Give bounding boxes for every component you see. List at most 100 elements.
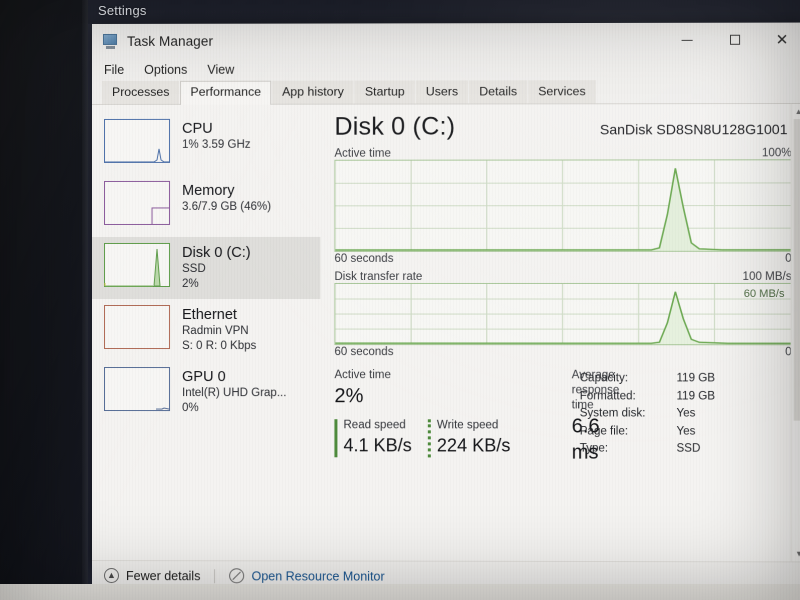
titlebar: Task Manager ✕ bbox=[92, 23, 800, 58]
sidebar-item-ethernet[interactable]: Ethernet Radmin VPN S: 0 R: 0 Kbps bbox=[92, 299, 320, 361]
transfer-rate-chart-labels: Disk transfer rate 100 MB/s bbox=[334, 271, 791, 283]
task-manager-icon bbox=[102, 33, 119, 48]
active-time-chart-max: 100% bbox=[762, 147, 792, 159]
disk-sparkline bbox=[104, 243, 170, 287]
active-time-chart-timespan: 60 seconds bbox=[334, 253, 393, 265]
property-row-capacity: Capacity: 119 GB bbox=[580, 370, 792, 388]
sidebar-item-gpu-0[interactable]: GPU 0 Intel(R) UHD Grap... 0% bbox=[92, 361, 320, 423]
property-value-system-disk: Yes bbox=[677, 405, 696, 423]
speed-row: Read speed 4.1 KB/s Write speed 224 KB/s bbox=[334, 417, 571, 457]
scroll-down-arrow-icon[interactable]: ▼ bbox=[792, 546, 800, 561]
open-resource-monitor-label: Open Resource Monitor bbox=[252, 569, 385, 583]
monitor-bezel-left bbox=[0, 0, 88, 600]
property-value-formatted: 119 GB bbox=[677, 388, 715, 406]
window-title: Task Manager bbox=[127, 33, 213, 48]
resource-sidebar: CPU 1% 3.59 GHz Memory 3.6/7.9 GB (46%) bbox=[92, 105, 320, 561]
gpu-sparkline bbox=[104, 367, 170, 411]
sidebar-item-memory[interactable]: Memory 3.6/7.9 GB (46%) bbox=[92, 175, 320, 237]
read-speed-caption: Read speed bbox=[343, 417, 411, 433]
panel-header: Disk 0 (C:) SanDisk SD8SN8U128G1001 bbox=[334, 112, 791, 142]
tab-startup[interactable]: Startup bbox=[355, 80, 415, 103]
performance-body: CPU 1% 3.59 GHz Memory 3.6/7.9 GB (46%) bbox=[92, 104, 800, 561]
property-key-formatted: Formatted: bbox=[580, 388, 677, 406]
menu-item-file[interactable]: File bbox=[104, 63, 124, 77]
sidebar-item-cpu-name: CPU bbox=[182, 120, 251, 138]
desk-surface bbox=[0, 584, 800, 600]
sidebar-item-ethernet-name: Ethernet bbox=[182, 306, 256, 324]
sidebar-item-disk-0-usage: 2% bbox=[182, 277, 251, 292]
tab-performance[interactable]: Performance bbox=[180, 81, 271, 105]
active-time-chart-title: Active time bbox=[334, 148, 390, 160]
property-value-capacity: 119 GB bbox=[677, 370, 715, 388]
active-time-chart-labels: Active time 100% bbox=[334, 147, 791, 160]
memory-sparkline bbox=[104, 181, 170, 225]
tab-users[interactable]: Users bbox=[416, 80, 468, 103]
tab-bar: Processes Performance App history Startu… bbox=[92, 81, 800, 105]
sidebar-item-memory-stats: 3.6/7.9 GB (46%) bbox=[182, 200, 271, 215]
read-speed-value: 4.1 KB/s bbox=[343, 433, 411, 457]
property-row-formatted: Formatted: 119 GB bbox=[580, 388, 792, 406]
property-value-type: SSD bbox=[677, 441, 701, 459]
property-row-system-disk: System disk: Yes bbox=[580, 405, 792, 423]
transfer-rate-chart-timespan: 60 seconds bbox=[334, 346, 393, 358]
open-resource-monitor-button[interactable]: Open Resource Monitor bbox=[229, 568, 384, 583]
active-time-chart bbox=[334, 159, 791, 252]
tab-app-history[interactable]: App history bbox=[272, 81, 354, 104]
sidebar-item-disk-0[interactable]: Disk 0 (C:) SSD 2% bbox=[92, 237, 320, 299]
disk-properties: Capacity: 119 GB Formatted: 119 GB Syste… bbox=[580, 368, 792, 466]
property-row-type: Type: SSD bbox=[580, 441, 792, 459]
property-key-page-file: Page file: bbox=[580, 423, 677, 441]
active-time-chart-footer: 60 seconds 0 bbox=[334, 253, 791, 265]
sidebar-item-gpu-0-name: GPU 0 bbox=[182, 368, 286, 386]
menu-item-view[interactable]: View bbox=[207, 63, 234, 77]
resource-monitor-icon bbox=[229, 568, 244, 583]
footer-divider bbox=[214, 569, 215, 583]
property-key-system-disk: System disk: bbox=[580, 405, 677, 423]
sidebar-item-gpu-0-usage: 0% bbox=[182, 401, 286, 416]
vertical-scrollbar[interactable]: ▲ ▼ bbox=[791, 104, 800, 561]
sidebar-item-cpu[interactable]: CPU 1% 3.59 GHz bbox=[92, 113, 320, 175]
fewer-details-button[interactable]: ▲ Fewer details bbox=[104, 568, 200, 583]
scrollbar-thumb[interactable] bbox=[794, 119, 800, 421]
scroll-up-arrow-icon[interactable]: ▲ bbox=[792, 104, 800, 119]
sidebar-item-disk-0-type: SSD bbox=[182, 262, 251, 277]
menu-item-options[interactable]: Options bbox=[144, 63, 187, 77]
tab-processes[interactable]: Processes bbox=[102, 81, 179, 104]
active-time-stat-value: 2% bbox=[334, 383, 571, 409]
write-speed-caption: Write speed bbox=[437, 417, 510, 433]
sidebar-item-cpu-stats: 1% 3.59 GHz bbox=[182, 138, 251, 153]
screenshot-root: Settings p g3 ise ble Multitasking Task … bbox=[0, 0, 800, 600]
response-time-value: 6.6 ms bbox=[572, 413, 580, 465]
task-manager-window[interactable]: Task Manager ✕ File Options View Process… bbox=[92, 23, 800, 568]
minimize-button[interactable] bbox=[663, 23, 710, 57]
property-key-type: Type: bbox=[580, 441, 677, 459]
page-title: Disk 0 (C:) bbox=[334, 113, 455, 142]
transfer-rate-chart-max: 100 MB/s bbox=[743, 271, 792, 283]
response-time-stat-group: Average response time 6.6 ms bbox=[572, 368, 580, 465]
cpu-sparkline bbox=[104, 119, 170, 163]
response-time-caption: Average response time bbox=[572, 368, 580, 413]
transfer-rate-chart-title: Disk transfer rate bbox=[334, 271, 422, 283]
tab-services[interactable]: Services bbox=[528, 80, 596, 103]
transfer-rate-chart: 60 MB/s bbox=[334, 283, 791, 345]
maximize-button[interactable] bbox=[711, 23, 758, 57]
tab-details[interactable]: Details bbox=[469, 80, 527, 103]
disk-statistics: Active time 2% Read speed 4.1 KB/s Write… bbox=[334, 368, 791, 466]
sidebar-item-ethernet-adapter: Radmin VPN bbox=[182, 324, 256, 339]
transfer-rate-chart-annotation: 60 MB/s bbox=[744, 288, 785, 300]
disk-detail-panel: Disk 0 (C:) SanDisk SD8SN8U128G1001 Acti… bbox=[320, 104, 800, 561]
sidebar-item-ethernet-throughput: S: 0 R: 0 Kbps bbox=[182, 339, 256, 354]
transfer-rate-chart-footer: 60 seconds 0 bbox=[334, 346, 791, 358]
property-value-page-file: Yes bbox=[677, 423, 696, 441]
menu-bar: File Options View bbox=[92, 57, 800, 82]
close-button[interactable]: ✕ bbox=[758, 23, 800, 57]
active-time-stat-group: Active time 2% Read speed 4.1 KB/s Write… bbox=[334, 368, 571, 465]
ethernet-sparkline bbox=[104, 305, 170, 349]
sidebar-item-gpu-0-model: Intel(R) UHD Grap... bbox=[182, 386, 286, 401]
sidebar-item-disk-0-name: Disk 0 (C:) bbox=[182, 244, 251, 262]
active-time-stat-caption: Active time bbox=[334, 368, 571, 383]
property-key-capacity: Capacity: bbox=[580, 370, 677, 388]
property-row-page-file: Page file: Yes bbox=[580, 423, 792, 441]
write-speed-value: 224 KB/s bbox=[437, 433, 510, 457]
chevron-up-circle-icon: ▲ bbox=[104, 568, 119, 583]
